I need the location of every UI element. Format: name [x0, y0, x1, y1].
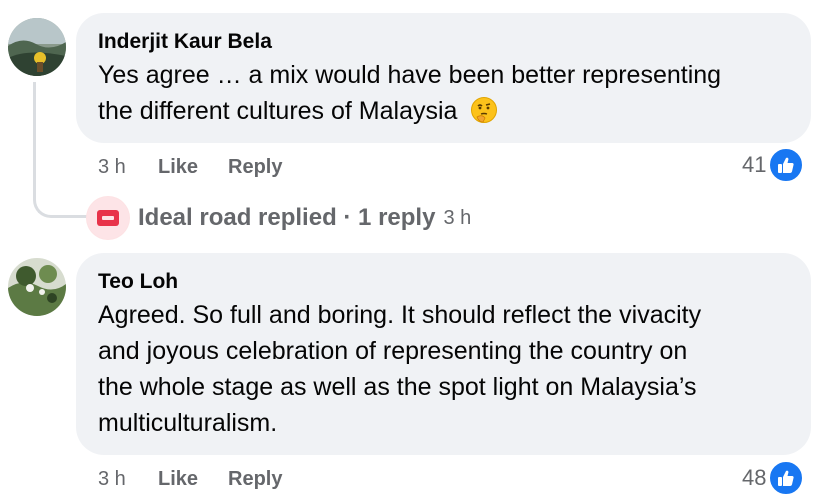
- comment-text: Agreed. So full and boring. It should re…: [98, 297, 701, 441]
- comment-author[interactable]: Teo Loh: [98, 270, 178, 294]
- like-button[interactable]: Like: [158, 156, 198, 179]
- thinking-face-icon: [470, 96, 498, 124]
- reaction-count: 48: [742, 465, 767, 490]
- reaction-count: 41: [742, 152, 767, 177]
- like-button[interactable]: Like: [158, 468, 198, 491]
- reply-summary-text[interactable]: Ideal road replied · 1 reply: [138, 204, 435, 232]
- thumbs-up-icon: [768, 460, 805, 496]
- comment-text-line: and joyous celebration of representing t…: [98, 337, 688, 365]
- comment-bubble: Inderjit Kaur Bela Yes agree … a mix wou…: [76, 13, 811, 143]
- comment-timestamp[interactable]: 3 h: [98, 468, 126, 491]
- comment-text-line: Yes agree … a mix would have been better…: [98, 61, 722, 89]
- reaction-summary[interactable]: 48: [742, 460, 805, 496]
- avatar: [86, 196, 130, 240]
- comment-timestamp[interactable]: 3 h: [98, 156, 126, 179]
- reply-button[interactable]: Reply: [228, 156, 282, 179]
- thumbs-up-icon: [768, 147, 805, 183]
- comment-text-line: Agreed. So full and boring. It should re…: [98, 301, 702, 329]
- comment-text-line: the whole stage as well as the spot ligh…: [98, 373, 697, 401]
- comment-text-line: multiculturalism.: [98, 409, 278, 437]
- reaction-summary[interactable]: 41: [742, 147, 805, 183]
- avatar[interactable]: [8, 258, 66, 316]
- reply-summary-timestamp: 3 h: [443, 206, 472, 229]
- comment-bubble: Teo Loh Agreed. So full and boring. It s…: [76, 253, 811, 455]
- reply-button[interactable]: Reply: [228, 468, 282, 491]
- comment-author[interactable]: Inderjit Kaur Bela: [98, 30, 272, 54]
- comment-text: Yes agree … a mix would have been better…: [98, 57, 721, 129]
- view-replies-link[interactable]: Ideal road replied · 1 reply 3 h: [86, 196, 471, 240]
- comment-text-line-content: the different cultures of Malaysia: [98, 97, 458, 125]
- avatar[interactable]: [8, 18, 66, 76]
- comment-text-line: the different cultures of Malaysia: [98, 93, 721, 129]
